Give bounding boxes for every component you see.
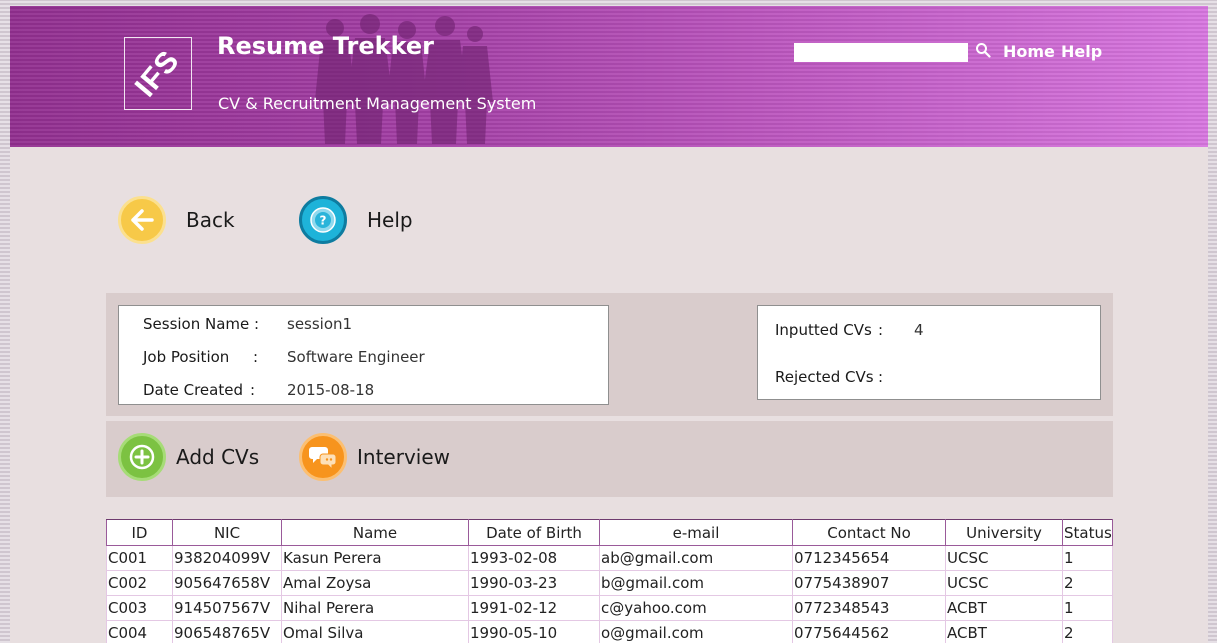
cell-name: Kasun Perera: [281, 545, 469, 571]
ifs-logo[interactable]: IFS: [124, 37, 192, 110]
cell-email: b@gmail.com: [599, 570, 793, 596]
table-row[interactable]: C002 905647658V Amal Zoysa 1990-03-23 b@…: [106, 570, 1113, 596]
cell-id: C002: [106, 570, 173, 596]
back-label: Back: [186, 208, 235, 232]
cv-table-container: ID NIC Name Date of Birth e-mail Contact…: [106, 519, 1113, 643]
table-row[interactable]: C004 906548765V Omal Silva 1990-05-10 o@…: [106, 620, 1113, 643]
add-cvs-label: Add CVs: [176, 445, 260, 469]
back-button[interactable]: Back: [118, 196, 235, 244]
cell-email: o@gmail.com: [599, 620, 793, 643]
inputted-cvs-label: Inputted CVs: [775, 321, 872, 339]
logo-text: IFS: [129, 43, 187, 103]
cell-nic: 906548765V: [172, 620, 282, 643]
cell-status: 2: [1062, 570, 1113, 596]
date-created-label: Date Created: [143, 381, 243, 399]
app-title: Resume Trekker: [217, 32, 435, 60]
col-header-university[interactable]: University: [945, 519, 1063, 546]
job-position-value: Software Engineer: [287, 348, 425, 366]
rejected-cvs-colon: :: [878, 368, 884, 386]
col-header-status[interactable]: Status: [1062, 519, 1113, 546]
table-header-row: ID NIC Name Date of Birth e-mail Contact…: [106, 519, 1113, 546]
rejected-cvs-label: Rejected CVs: [775, 368, 874, 386]
inputted-cvs-value: 4: [914, 321, 924, 339]
date-created-value: 2015-08-18: [287, 381, 375, 399]
job-position-colon: :: [253, 348, 259, 366]
cv-actions-bar: Add CVs Interview: [106, 421, 1113, 497]
inputted-cvs-colon: :: [878, 321, 884, 339]
col-header-id[interactable]: ID: [106, 519, 173, 546]
plus-circle-icon: [118, 433, 166, 481]
cell-name: Omal Silva: [281, 620, 469, 643]
cell-email: ab@gmail.com: [599, 545, 793, 571]
cell-id: C003: [106, 595, 173, 621]
cell-dob: 1993-02-08: [468, 545, 600, 571]
session-info-box: Session Name : session1 Job Position : S…: [118, 305, 609, 405]
help-label: Help: [367, 208, 413, 232]
table-row[interactable]: C001 938204099V Kasun Perera 1993-02-08 …: [106, 545, 1113, 571]
cell-contact: 0775644562: [792, 620, 946, 643]
cell-id: C001: [106, 545, 173, 571]
session-name-label: Session Name :: [143, 315, 260, 333]
cell-university: UCSC: [945, 570, 1063, 596]
cell-dob: 1990-05-10: [468, 620, 600, 643]
header-banner: IFS Resume Trekker CV & Recruitment Mana…: [10, 6, 1208, 147]
nav-help-link[interactable]: Help: [1061, 42, 1102, 61]
table-row[interactable]: C003 914507567V Nihal Perera 1991-02-12 …: [106, 595, 1113, 621]
cell-status: 1: [1062, 545, 1113, 571]
cell-name: Amal Zoysa: [281, 570, 469, 596]
session-panel: Session Name : session1 Job Position : S…: [106, 293, 1113, 416]
cell-university: ACBT: [945, 620, 1063, 643]
cell-contact: 0772348543: [792, 595, 946, 621]
job-position-label: Job Position: [143, 348, 230, 366]
search-input[interactable]: [794, 43, 968, 62]
app-subtitle: CV & Recruitment Management System: [218, 94, 537, 113]
cell-email: c@yahoo.com: [599, 595, 793, 621]
cell-contact: 0712345654: [792, 545, 946, 571]
cell-university: ACBT: [945, 595, 1063, 621]
cell-nic: 938204099V: [172, 545, 282, 571]
search-icon[interactable]: [975, 42, 991, 58]
col-header-nic[interactable]: NIC: [172, 519, 282, 546]
cell-university: UCSC: [945, 545, 1063, 571]
interview-label: Interview: [357, 445, 450, 469]
cell-contact: 0775438907: [792, 570, 946, 596]
question-icon: ?: [299, 196, 347, 244]
interview-button[interactable]: Interview: [299, 433, 450, 481]
session-name-value: session1: [287, 315, 353, 333]
arrow-left-icon: [118, 196, 166, 244]
svg-text:?: ?: [320, 214, 327, 228]
cell-id: C004: [106, 620, 173, 643]
nav-home-link[interactable]: Home: [1003, 42, 1055, 61]
date-created-colon: :: [250, 381, 256, 399]
col-header-dob[interactable]: Date of Birth: [468, 519, 600, 546]
add-cvs-button[interactable]: Add CVs: [118, 433, 259, 481]
cv-stats-box: Inputted CVs : 4 Rejected CVs :: [757, 305, 1101, 400]
col-header-contact[interactable]: Contact No: [792, 519, 946, 546]
help-button[interactable]: ? Help: [299, 196, 413, 244]
cell-status: 2: [1062, 620, 1113, 643]
cell-nic: 905647658V: [172, 570, 282, 596]
page: IFS Resume Trekker CV & Recruitment Mana…: [10, 6, 1208, 643]
col-header-name[interactable]: Name: [281, 519, 469, 546]
cell-dob: 1990-03-23: [468, 570, 600, 596]
col-header-email[interactable]: e-mail: [599, 519, 793, 546]
cv-table: ID NIC Name Date of Birth e-mail Contact…: [106, 519, 1113, 643]
cell-dob: 1991-02-12: [468, 595, 600, 621]
cell-status: 1: [1062, 595, 1113, 621]
chat-bubbles-icon: [299, 433, 347, 481]
cell-nic: 914507567V: [172, 595, 282, 621]
cell-name: Nihal Perera: [281, 595, 469, 621]
